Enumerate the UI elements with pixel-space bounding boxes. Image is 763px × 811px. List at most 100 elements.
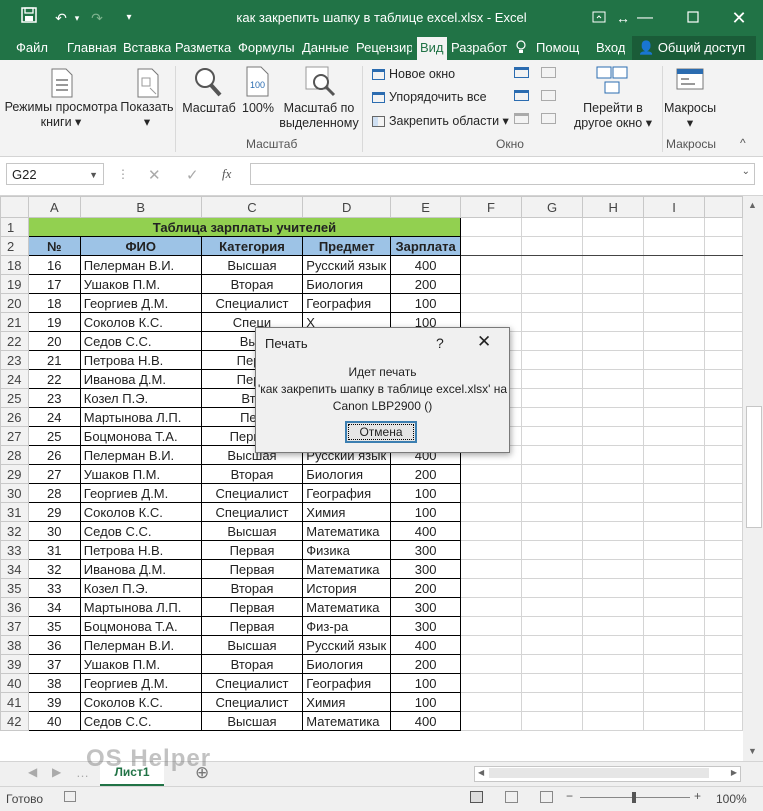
split-icon[interactable] [514, 67, 529, 78]
cell-name[interactable]: Пелерман В.И. [79, 635, 202, 655]
zoom-in-icon[interactable]: + [694, 789, 701, 803]
cell[interactable] [460, 274, 523, 294]
cell-number[interactable]: 22 [27, 369, 81, 389]
row-header[interactable]: 38 [0, 635, 29, 655]
cell-category[interactable]: Первая [200, 559, 304, 579]
row-header[interactable]: 35 [0, 578, 29, 598]
cell-category[interactable]: Первая [200, 597, 304, 617]
cell[interactable] [521, 578, 584, 598]
cell-category[interactable]: Вторая [200, 654, 304, 674]
cell[interactable] [643, 616, 705, 636]
cell-subject[interactable]: Физика [302, 540, 392, 560]
column-header[interactable]: A [27, 196, 81, 218]
cell[interactable] [703, 616, 743, 636]
cell[interactable] [521, 635, 584, 655]
cell-number[interactable]: 38 [27, 673, 81, 693]
column-header[interactable]: F [460, 196, 523, 218]
row-header[interactable]: 27 [0, 426, 29, 446]
cell[interactable] [582, 597, 645, 617]
cell-number[interactable]: 16 [27, 255, 81, 275]
column-header[interactable]: I [643, 196, 705, 218]
cell-number[interactable]: 32 [27, 559, 81, 579]
cell[interactable] [703, 331, 743, 351]
sign-in-link[interactable]: Вход [596, 40, 625, 55]
cell[interactable] [703, 236, 743, 256]
switch-windows-icon[interactable] [596, 66, 628, 101]
cell[interactable] [643, 388, 705, 408]
cell[interactable] [460, 692, 523, 712]
cell-subject[interactable]: Русский язык [302, 255, 392, 275]
cell-number[interactable]: 39 [27, 692, 81, 712]
cell-salary[interactable]: 100 [390, 483, 462, 503]
cell-number[interactable]: 30 [27, 521, 81, 541]
cell[interactable] [582, 293, 645, 313]
cell-subject[interactable]: Математика [302, 597, 392, 617]
cell[interactable] [582, 217, 645, 237]
row-header[interactable]: 37 [0, 616, 29, 636]
cell[interactable] [582, 540, 645, 560]
expand-formula-icon[interactable]: ⌄ [742, 166, 750, 177]
cell[interactable] [521, 540, 584, 560]
cell-category[interactable]: Высшая [200, 255, 304, 275]
cell-name[interactable]: Седов С.С. [79, 521, 202, 541]
cell[interactable] [643, 521, 705, 541]
cell[interactable] [643, 350, 705, 370]
workbook-views-button[interactable]: Режимы просмотра книги ▾ [2, 100, 120, 130]
cell[interactable] [643, 673, 705, 693]
zoom-button[interactable]: Масштаб [180, 101, 238, 116]
cell[interactable] [703, 445, 743, 465]
cell[interactable] [582, 350, 645, 370]
close-icon[interactable]: ✕ [728, 7, 750, 29]
cell-category[interactable]: Специалист [200, 293, 304, 313]
row-header[interactable]: 30 [0, 483, 29, 503]
cell-subject[interactable]: Физ-ра [302, 616, 392, 636]
cell-salary[interactable]: 400 [390, 635, 462, 655]
cell[interactable] [643, 559, 705, 579]
column-header[interactable]: B [79, 196, 202, 218]
header-number[interactable]: № [27, 236, 81, 256]
header-subject[interactable]: Предмет [302, 236, 392, 256]
cell[interactable] [521, 521, 584, 541]
cell-name[interactable]: Иванова Д.М. [79, 559, 202, 579]
cell-number[interactable]: 17 [27, 274, 81, 294]
cell-number[interactable]: 23 [27, 388, 81, 408]
cell[interactable] [703, 255, 743, 275]
tab-data[interactable]: Данные [302, 40, 349, 55]
cell[interactable] [582, 464, 645, 484]
cell[interactable] [582, 673, 645, 693]
reset-window-position-icon[interactable] [541, 113, 556, 124]
cell-number[interactable]: 27 [27, 464, 81, 484]
cell-name[interactable]: Пелерман В.И. [79, 255, 202, 275]
cell-category[interactable]: Вторая [200, 464, 304, 484]
arrange-all-button[interactable]: Упорядочить все [372, 90, 487, 104]
cell[interactable] [521, 331, 584, 351]
cell[interactable] [521, 616, 584, 636]
row-header[interactable]: 2 [0, 236, 29, 256]
column-header[interactable]: H [582, 196, 645, 218]
cell[interactable] [643, 236, 705, 256]
scroll-right-icon[interactable]: ▶ [731, 768, 737, 777]
show-button[interactable]: Показать ▾ [118, 100, 176, 130]
cell[interactable] [582, 635, 645, 655]
cell-name[interactable]: Козел П.Э. [79, 578, 202, 598]
cell[interactable] [521, 388, 584, 408]
cell[interactable] [460, 255, 523, 275]
cell[interactable] [703, 217, 743, 237]
cell-number[interactable]: 36 [27, 635, 81, 655]
hide-icon[interactable] [514, 90, 529, 101]
magnifier-icon[interactable] [193, 66, 223, 101]
cell-subject[interactable]: Химия [302, 502, 392, 522]
cell-number[interactable]: 40 [27, 711, 81, 731]
cancel-entry-icon[interactable]: ✕ [148, 166, 161, 184]
row-header[interactable]: 42 [0, 711, 29, 731]
cell[interactable] [643, 293, 705, 313]
row-header[interactable]: 31 [0, 502, 29, 522]
tab-file[interactable]: Файл [16, 40, 48, 55]
cell-name[interactable]: Ушаков П.М. [79, 464, 202, 484]
cell[interactable] [582, 407, 645, 427]
cell-name[interactable]: Соколов К.С. [79, 502, 202, 522]
cell[interactable] [460, 578, 523, 598]
cell-name[interactable]: Георгиев Д.М. [79, 483, 202, 503]
cell[interactable] [521, 597, 584, 617]
row-header[interactable]: 34 [0, 559, 29, 579]
